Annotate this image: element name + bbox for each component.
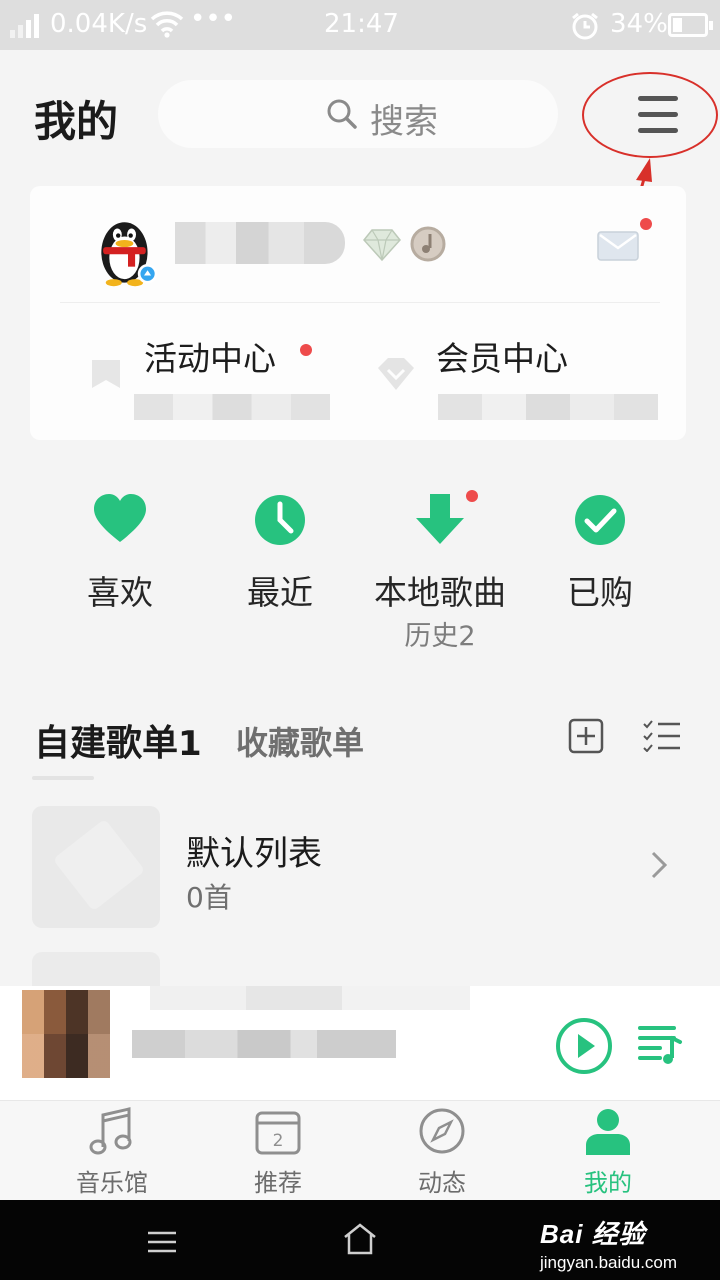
nav-label: 推荐 bbox=[254, 1169, 302, 1197]
quick-action-label: 本地歌曲 bbox=[374, 573, 506, 612]
status-more-dots: ••• bbox=[190, 4, 237, 34]
watermark-sub: jingyan.baidu.com bbox=[540, 1253, 678, 1272]
song-title-blurred bbox=[150, 986, 470, 1010]
tab-created-playlists[interactable]: 自建歌单1 bbox=[34, 714, 202, 766]
music-note-icon bbox=[89, 1107, 132, 1155]
nav-label: 动态 bbox=[418, 1169, 466, 1197]
quick-action-label: 已购 bbox=[567, 573, 633, 612]
tab-created-count: 1 bbox=[178, 724, 202, 764]
download-icon bbox=[416, 494, 464, 544]
nav-label: 我的 bbox=[584, 1169, 632, 1197]
heart-icon bbox=[94, 494, 146, 542]
diamond-badge-icon[interactable] bbox=[362, 228, 402, 262]
status-time: 21:47 bbox=[324, 9, 399, 39]
bottom-navigation: 音乐馆 2 推荐 动态 我的 bbox=[0, 1100, 720, 1200]
tab-underline bbox=[32, 776, 94, 780]
local-songs-notification-dot bbox=[466, 490, 478, 502]
search-icon bbox=[327, 99, 357, 129]
person-icon bbox=[586, 1109, 630, 1155]
card-divider bbox=[60, 302, 660, 303]
watermark-main: Bai 经验 bbox=[540, 1219, 646, 1249]
qq-penguin-avatar[interactable] bbox=[92, 208, 164, 288]
mail-notification-dot bbox=[640, 218, 652, 230]
network-speed: 0.04K/s bbox=[50, 9, 148, 39]
activity-subtitle-blurred bbox=[134, 394, 330, 420]
manage-list-icon[interactable] bbox=[642, 720, 682, 752]
battery-icon bbox=[668, 13, 713, 37]
nav-recommend[interactable]: 2 推荐 bbox=[218, 1101, 338, 1201]
nav-label: 音乐馆 bbox=[76, 1169, 148, 1197]
quick-action-sublabel: 历史2 bbox=[404, 621, 476, 652]
annotation-circle bbox=[582, 72, 718, 158]
quick-action-like[interactable]: 喜欢 bbox=[40, 492, 200, 652]
baidu-jingyan-watermark: Bai 经验 jingyan.baidu.com bbox=[540, 1214, 677, 1273]
quick-action-local-songs[interactable]: 本地歌曲 历史2 bbox=[360, 490, 520, 652]
calendar-icon: 2 bbox=[255, 1111, 301, 1155]
battery-percent: 34% bbox=[610, 9, 668, 39]
play-icon[interactable] bbox=[554, 1016, 614, 1076]
quick-action-purchased[interactable]: 已购 bbox=[520, 492, 680, 652]
calendar-badge: 2 bbox=[273, 1131, 284, 1151]
tab-favorite-playlists[interactable]: 收藏歌单 bbox=[236, 718, 364, 764]
nav-music-hall[interactable]: 音乐馆 bbox=[52, 1101, 172, 1201]
system-home-icon[interactable] bbox=[342, 1222, 378, 1256]
mail-icon[interactable] bbox=[596, 228, 642, 264]
album-cover[interactable] bbox=[22, 990, 110, 1078]
compass-icon bbox=[419, 1108, 465, 1154]
vip-subtitle-blurred bbox=[438, 394, 658, 420]
playlist-count: 0首 bbox=[186, 881, 232, 914]
playlist-queue-icon[interactable] bbox=[638, 1024, 684, 1066]
page-title: 我的 bbox=[34, 97, 119, 146]
chevron-right-icon bbox=[651, 851, 668, 879]
song-artist-blurred bbox=[132, 1030, 396, 1058]
vip-center-label: 会员中心 bbox=[436, 339, 568, 378]
quick-action-recent[interactable]: 最近 bbox=[200, 492, 360, 652]
check-icon bbox=[575, 495, 625, 545]
diamond-icon bbox=[378, 358, 414, 390]
status-bar: 0.04K/s ••• 21:47 34% bbox=[0, 0, 720, 50]
quick-action-label: 最近 bbox=[247, 573, 313, 612]
system-menu-icon[interactable] bbox=[146, 1230, 178, 1254]
add-playlist-icon[interactable] bbox=[568, 718, 604, 754]
quick-action-label: 喜欢 bbox=[87, 573, 153, 612]
playlist-title: 默认列表 bbox=[186, 834, 322, 874]
playlist-cover bbox=[32, 806, 160, 928]
nav-mine[interactable]: 我的 bbox=[548, 1101, 668, 1201]
nav-feed[interactable]: 动态 bbox=[382, 1101, 502, 1201]
activity-notification-dot bbox=[300, 344, 312, 356]
search-placeholder: 搜索 bbox=[370, 102, 438, 142]
tab-created-label: 自建歌单 bbox=[34, 723, 179, 764]
clock-icon bbox=[255, 495, 305, 545]
alarm-icon bbox=[572, 12, 598, 40]
system-navigation: Bai 经验 jingyan.baidu.com bbox=[0, 1200, 720, 1280]
signal-icon bbox=[10, 14, 40, 38]
bookmark-icon bbox=[92, 360, 120, 388]
search-bar[interactable]: 搜索 bbox=[158, 80, 558, 148]
music-badge-icon[interactable] bbox=[408, 224, 448, 264]
profile-card: 活动中心 会员中心 bbox=[30, 186, 686, 440]
username-blurred bbox=[175, 222, 345, 264]
wifi-icon bbox=[150, 11, 184, 38]
activity-center-label: 活动中心 bbox=[144, 339, 276, 378]
mini-player[interactable] bbox=[0, 986, 720, 1100]
